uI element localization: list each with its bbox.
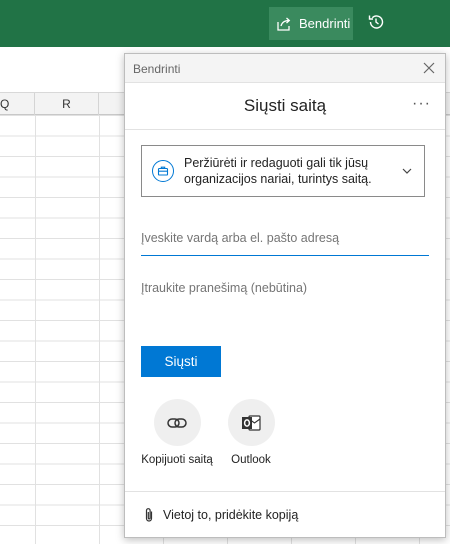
link-permission-selector[interactable]: Peržiūrėti ir redaguoti gali tik jūsų or… [141,145,425,197]
dialog-header: Siųsti saitą ··· [125,83,445,130]
dialog-caption: Bendrinti [133,62,181,76]
app-ribbon: Bendrinti [0,0,450,47]
outlook-label: Outlook [231,454,271,466]
link-icon[interactable] [153,399,201,446]
paperclip-icon [145,508,153,522]
share-dialog: Bendrinti Siųsti saitą ··· Peržiūrėti ir… [124,53,446,538]
outlook-option[interactable]: Outlook [211,399,291,466]
column-header[interactable]: R [35,93,99,115]
recipient-field[interactable] [141,229,429,256]
message-field[interactable] [141,279,429,301]
attach-copy-link[interactable]: Vietoj to, pridėkite kopiją [125,491,445,538]
share-button[interactable]: Bendrinti [269,7,353,40]
copy-link-label: Kopijuoti saitą [141,454,213,466]
more-options-button[interactable]: ··· [412,95,431,113]
briefcase-icon [152,160,174,182]
dialog-titlebar: Bendrinti [125,54,445,83]
chevron-down-icon [402,168,412,174]
permission-description: Peržiūrėti ir redaguoti gali tik jūsų or… [184,156,372,186]
message-input[interactable] [141,281,429,295]
share-button-label: Bendrinti [299,16,351,31]
history-icon [368,15,384,29]
close-icon[interactable] [421,60,437,76]
copy-link-option[interactable]: Kopijuoti saitą [137,399,217,466]
send-button[interactable]: Siųsti [141,346,221,377]
history-button[interactable] [364,10,388,34]
attach-copy-label: Vietoj to, pridėkite kopiją [163,508,299,522]
recipient-input[interactable] [141,231,429,245]
share-icon [277,17,291,31]
dialog-title: Siųsti saitą [243,96,327,115]
column-header[interactable]: Q [0,93,35,115]
outlook-icon[interactable] [227,399,275,446]
